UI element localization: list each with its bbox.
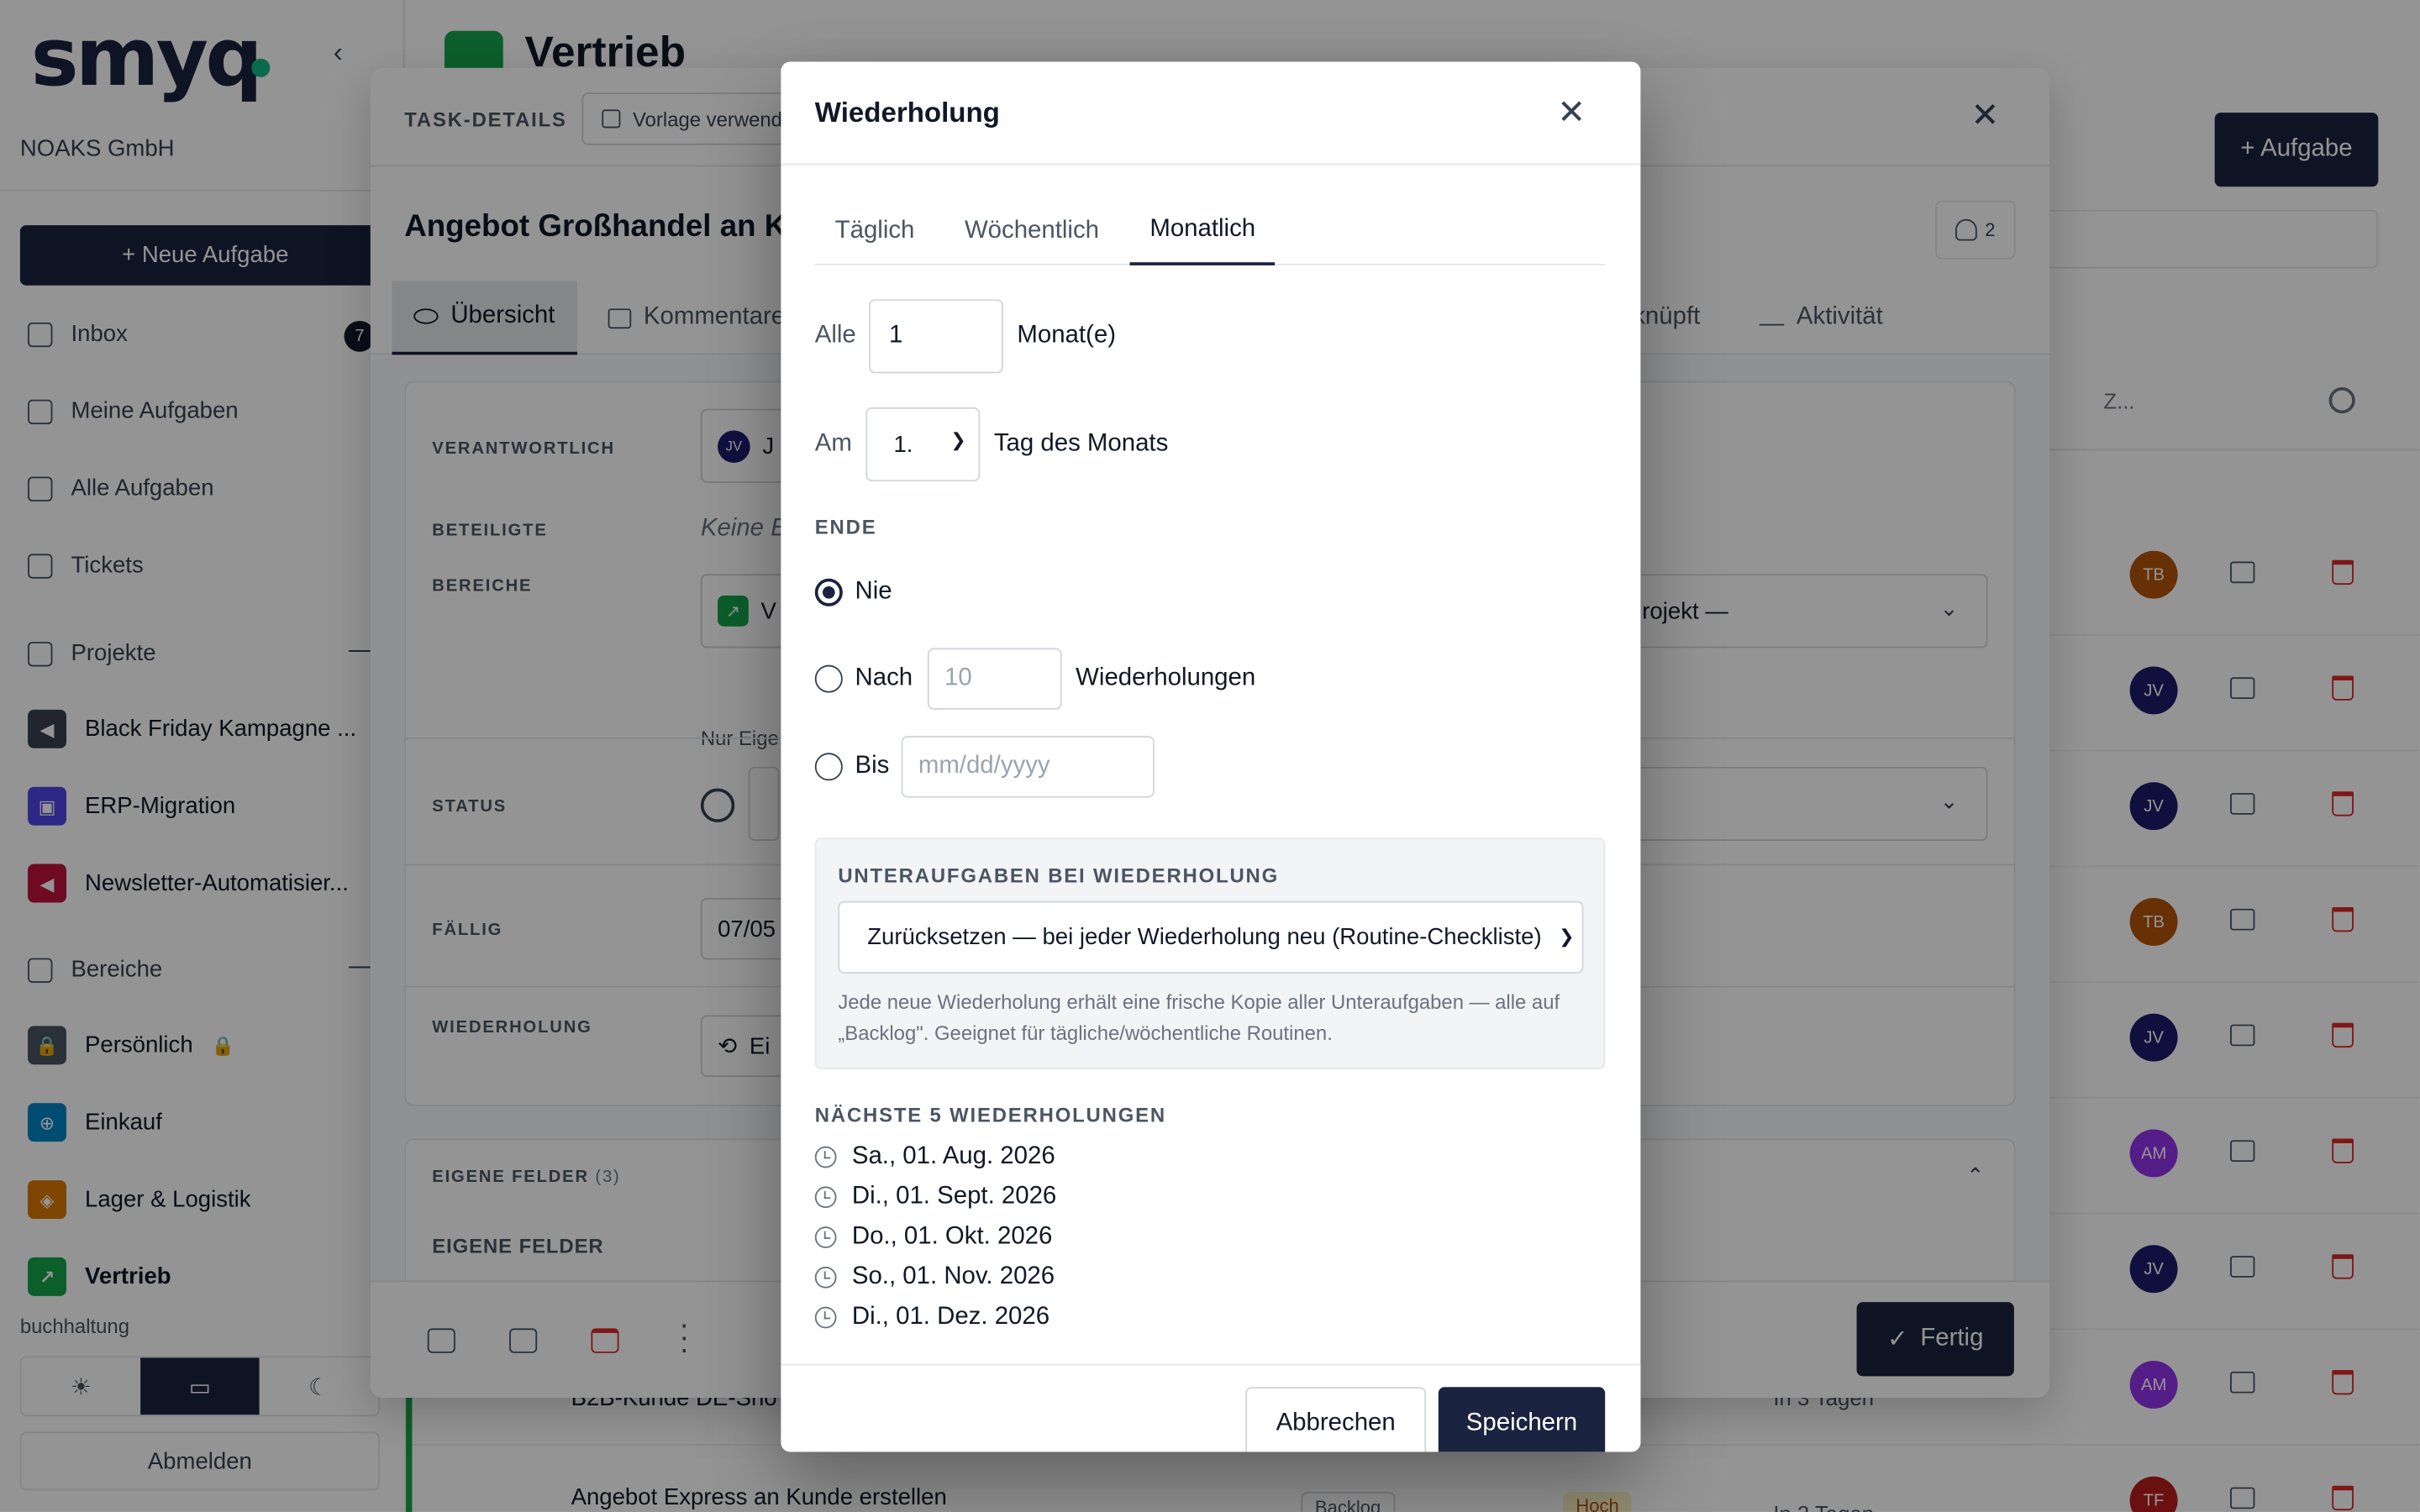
- every-label: Alle: [814, 322, 856, 349]
- interval-input[interactable]: 1: [869, 299, 1003, 374]
- repeat-dialog: Wiederholung ✕ Täglich Wöchentlich Monat…: [781, 61, 1641, 1452]
- end-never-label[interactable]: Nie: [855, 579, 892, 606]
- subtasks-mode-select[interactable]: Zurücksetzen — bei jeder Wiederholung ne…: [838, 900, 1584, 974]
- dialog-header: Wiederholung ✕: [781, 61, 1641, 165]
- next-occurrences-title: NÄCHSTE 5 WIEDERHOLUNGEN: [814, 1103, 1166, 1126]
- dialog-title: Wiederholung: [814, 97, 1000, 129]
- day-suffix: Tag des Monats: [993, 430, 1169, 457]
- day-of-month-select[interactable]: 1. ❯: [865, 407, 981, 482]
- dialog-footer: Abbrechen Speichern: [781, 1363, 1641, 1452]
- chevron-down-icon: ❯: [1559, 926, 1575, 948]
- end-section-title: ENDE: [814, 515, 877, 539]
- end-after-unit: Wiederholungen: [1076, 664, 1256, 691]
- end-until-label[interactable]: Bis: [855, 753, 890, 780]
- subtasks-title: UNTERAUFGABEN BEI WIEDERHOLUNG: [838, 864, 1280, 888]
- occurrence-item: Di., 01. Dez. 2026: [814, 1304, 1050, 1331]
- clock-icon: [814, 1266, 837, 1289]
- subtasks-box: UNTERAUFGABEN BEI WIEDERHOLUNG Zurückset…: [814, 837, 1606, 1069]
- end-never-radio[interactable]: [814, 578, 843, 606]
- on-label: Am: [814, 430, 852, 457]
- clock-icon: [814, 1146, 837, 1168]
- occurrence-item: So., 01. Nov. 2026: [814, 1263, 1055, 1291]
- interval-unit: Monat(e): [1017, 322, 1116, 349]
- subtasks-select-value: Zurücksetzen — bei jeder Wiederholung ne…: [867, 924, 1542, 951]
- close-icon[interactable]: ✕: [1557, 92, 1586, 133]
- occurrence-date: So., 01. Nov. 2026: [851, 1263, 1055, 1290]
- end-after-count-input[interactable]: 10: [927, 648, 1062, 710]
- clock-icon: [814, 1186, 837, 1209]
- occurrence-date: Do., 01. Okt. 2026: [851, 1223, 1053, 1250]
- occurrence-date: Di., 01. Sept. 2026: [851, 1183, 1057, 1210]
- tab-monthly[interactable]: Monatlich: [1129, 197, 1276, 265]
- chevron-down-icon: ❯: [950, 428, 966, 451]
- occurrence-item: Di., 01. Sept. 2026: [814, 1183, 1057, 1211]
- end-until-radio[interactable]: [814, 753, 843, 781]
- occurrence-item: Do., 01. Okt. 2026: [814, 1223, 1053, 1252]
- occurrence-date: Di., 01. Dez. 2026: [851, 1304, 1050, 1331]
- occurrence-date: Sa., 01. Aug. 2026: [851, 1142, 1055, 1170]
- tab-weekly[interactable]: Wöchentlich: [944, 197, 1119, 265]
- end-after-label[interactable]: Nach: [855, 665, 913, 693]
- save-button[interactable]: Speichern: [1438, 1387, 1606, 1452]
- cancel-button[interactable]: Abbrechen: [1245, 1387, 1427, 1452]
- occurrence-item: Sa., 01. Aug. 2026: [814, 1142, 1055, 1171]
- day-select-value: 1.: [893, 431, 913, 458]
- clock-icon: [814, 1226, 837, 1248]
- end-after-radio[interactable]: [814, 664, 843, 693]
- clock-icon: [814, 1306, 837, 1329]
- end-date-input[interactable]: mm/dd/yyyy: [901, 736, 1155, 798]
- subtasks-hint: Jede neue Wiederholung erhält eine frisc…: [838, 990, 1560, 1045]
- tab-daily[interactable]: Täglich: [815, 197, 934, 265]
